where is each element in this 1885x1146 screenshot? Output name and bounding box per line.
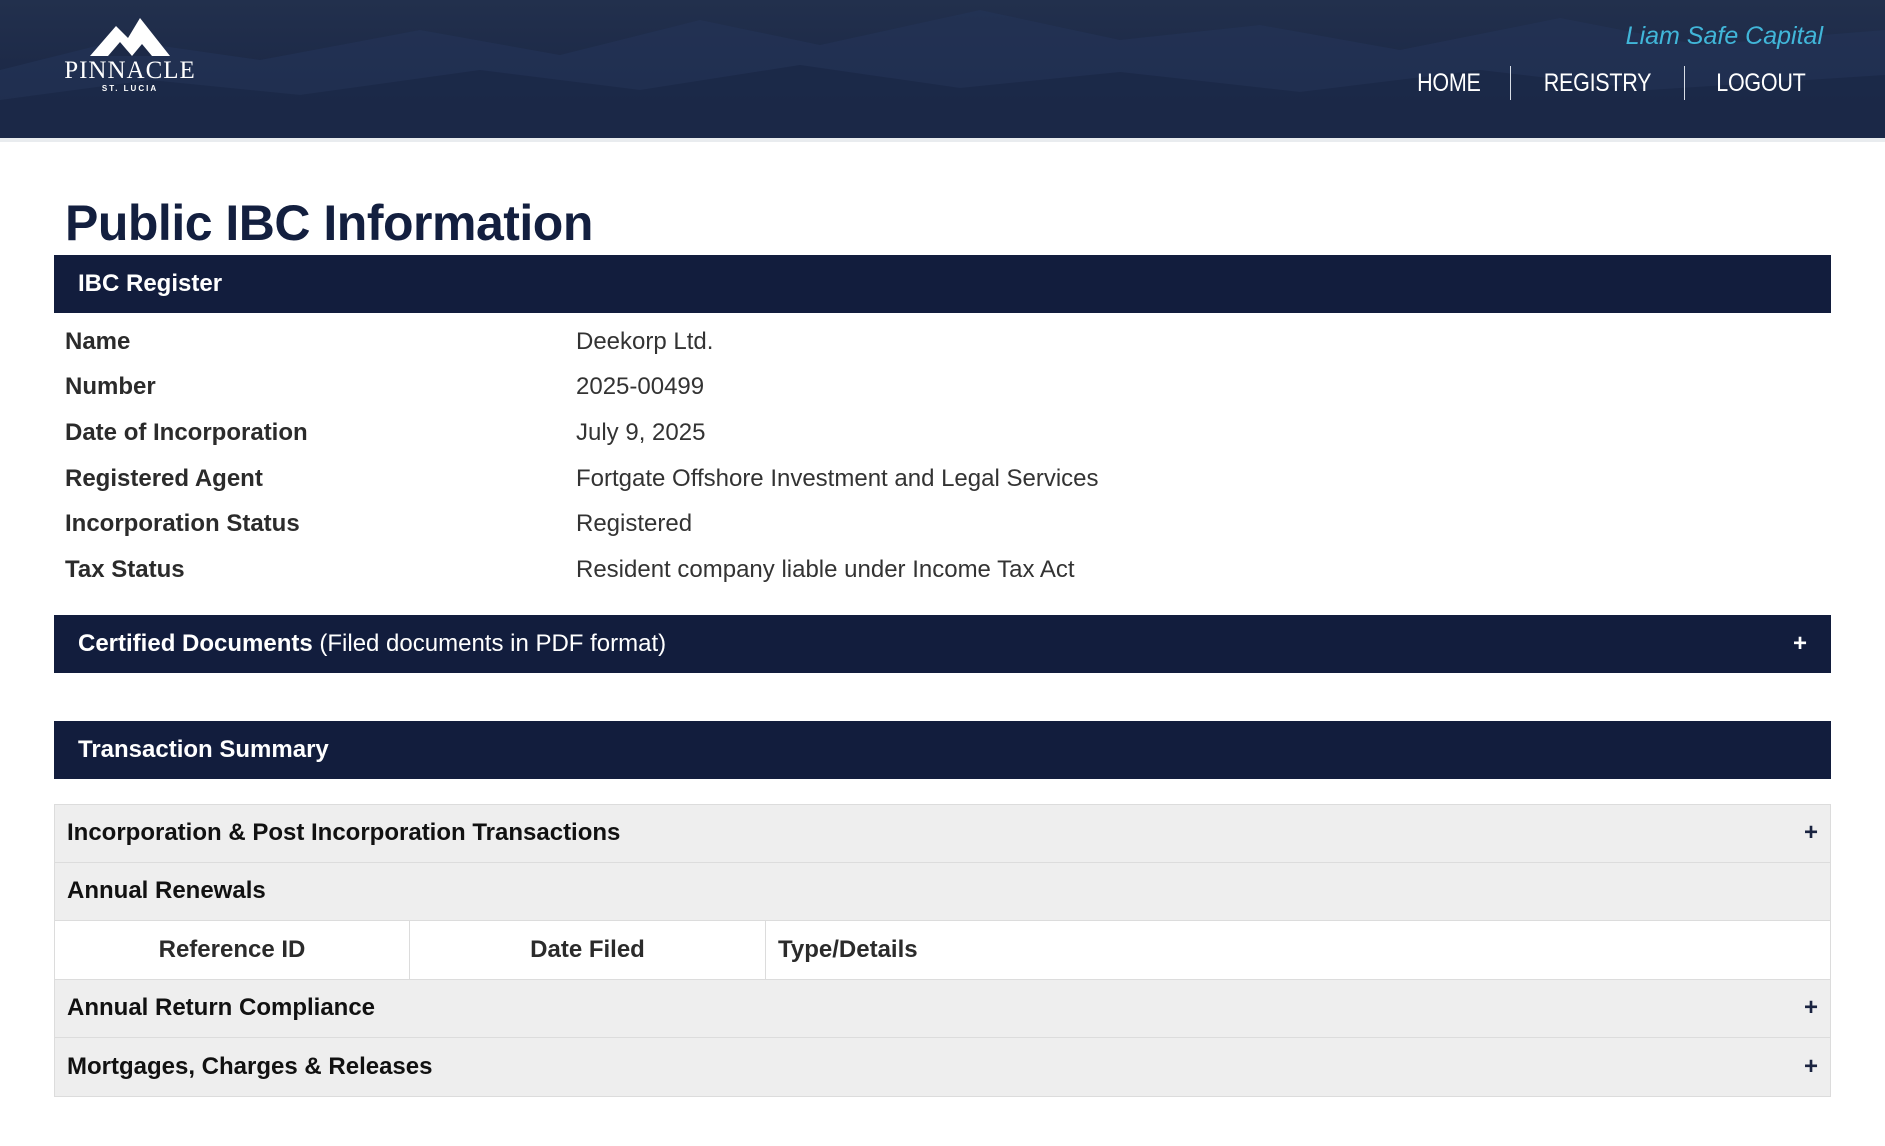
accordion-label: Annual Renewals <box>67 877 266 905</box>
register-row: Date of Incorporation July 9, 2025 <box>54 410 1831 456</box>
page-title: Public IBC Information <box>65 195 593 251</box>
expand-plus-icon[interactable]: + <box>1804 819 1818 847</box>
main-nav: HOME REGISTRY LOGOUT <box>1388 66 1837 100</box>
accordion-label: Incorporation & Post Incorporation Trans… <box>67 819 621 847</box>
annual-renewals-section: Annual Renewals <box>55 862 1830 921</box>
column-header-date-filed: Date Filed <box>410 920 766 979</box>
mountain-logo-icon <box>90 18 170 56</box>
pinnacle-logo[interactable]: PINNACLE ST. LUCIA <box>64 18 196 94</box>
register-row: Tax Status Resident company liable under… <box>54 547 1831 593</box>
register-label: Number <box>65 373 156 401</box>
register-row: Registered Agent Fortgate Offshore Inves… <box>54 456 1831 502</box>
register-value: 2025-00499 <box>576 373 705 401</box>
register-value: Registered <box>576 510 693 538</box>
nav-divider <box>1510 66 1512 100</box>
register-label: Tax Status <box>65 555 185 583</box>
certified-documents-toggle[interactable]: Certified Documents (Filed documents in … <box>54 614 1831 673</box>
register-row: Number 2025-00499 <box>54 365 1831 411</box>
company-name: Liam Safe Capital <box>1625 22 1823 50</box>
logo-brand-text: PINNACLE <box>64 57 196 84</box>
register-label: Incorporation Status <box>65 510 300 538</box>
register-label: Name <box>65 327 131 355</box>
certified-documents-title: Certified Documents <box>78 629 313 657</box>
nav-home[interactable]: HOME <box>1397 66 1502 100</box>
nav-divider <box>1684 66 1686 100</box>
logo-subtext: ST. LUCIA <box>101 84 159 93</box>
transaction-accordion: Incorporation & Post Incorporation Trans… <box>54 803 1831 1097</box>
site-header: PINNACLE ST. LUCIA Liam Safe Capital HOM… <box>0 0 1885 142</box>
ibc-register-title: IBC Register <box>78 270 223 297</box>
register-value: Fortgate Offshore Investment and Legal S… <box>576 464 1099 492</box>
accordion-label: Mortgages, Charges & Releases <box>67 1052 433 1080</box>
annual-return-compliance-toggle[interactable]: Annual Return Compliance + <box>55 979 1830 1038</box>
expand-plus-icon[interactable]: + <box>1804 994 1818 1022</box>
incorporation-transactions-toggle[interactable]: Incorporation & Post Incorporation Trans… <box>55 804 1830 863</box>
accordion-label: Annual Return Compliance <box>67 994 376 1022</box>
nav-registry[interactable]: REGISTRY <box>1523 66 1672 100</box>
transaction-summary-title: Transaction Summary <box>78 735 329 763</box>
nav-logout[interactable]: LOGOUT <box>1696 66 1827 100</box>
register-value: July 9, 2025 <box>576 418 706 446</box>
main-content: Public IBC Information IBC Register Name… <box>0 142 1885 1097</box>
register-value: Deekorp Ltd. <box>576 327 714 355</box>
transaction-summary-header: Transaction Summary <box>54 720 1831 779</box>
renewals-table-header: Reference ID Date Filed Type/Details <box>55 920 1830 980</box>
column-header-type-details: Type/Details <box>778 935 918 963</box>
ibc-register-details: Name Deekorp Ltd. Number 2025-00499 Date… <box>54 313 1831 615</box>
expand-plus-icon[interactable]: + <box>1804 1053 1818 1081</box>
expand-plus-icon[interactable]: + <box>1793 630 1807 658</box>
column-header-reference-id: Reference ID <box>55 920 410 979</box>
mortgages-charges-toggle[interactable]: Mortgages, Charges & Releases + <box>55 1037 1830 1096</box>
register-row: Name Deekorp Ltd. <box>54 319 1831 365</box>
ibc-register-header: IBC Register <box>54 255 1831 313</box>
register-value: Resident company liable under Income Tax… <box>576 555 1075 583</box>
register-label: Registered Agent <box>65 464 263 492</box>
register-row: Incorporation Status Registered <box>54 501 1831 547</box>
register-label: Date of Incorporation <box>65 418 308 446</box>
certified-documents-subtitle: (Filed documents in PDF format) <box>319 629 667 657</box>
